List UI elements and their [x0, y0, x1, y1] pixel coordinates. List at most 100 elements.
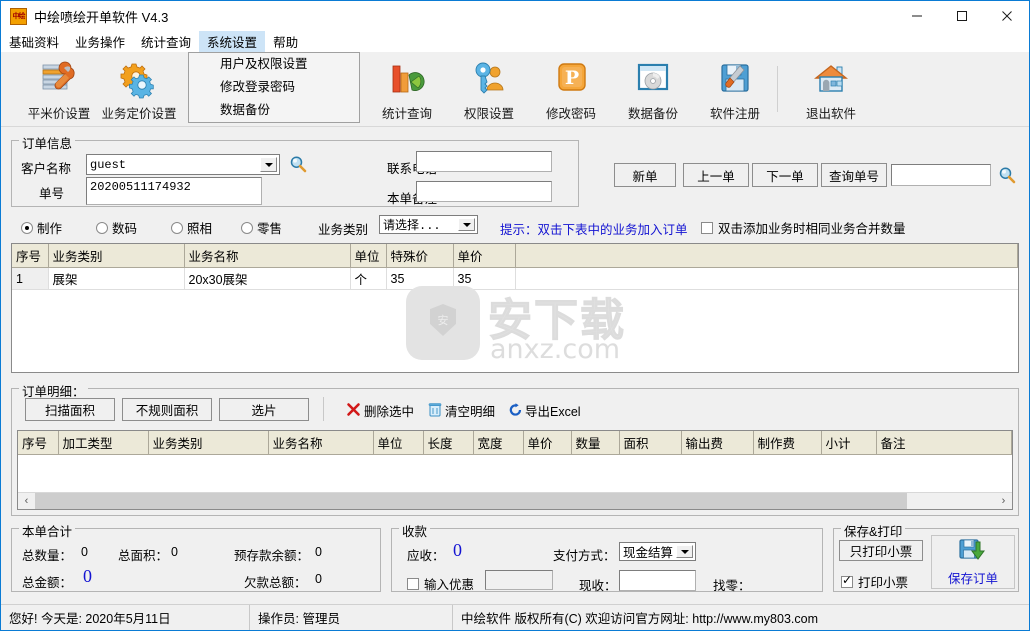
cell-unit-price: 35 [453, 267, 516, 290]
received-input[interactable] [619, 570, 696, 591]
select-photo-button[interactable]: 选片 [219, 398, 309, 421]
toolbar-button-change-password[interactable]: P 修改密码 [527, 56, 615, 124]
maximize-icon[interactable] [939, 1, 984, 31]
dropdown-item-user-permissions[interactable]: 用户及权限设置 [189, 53, 359, 76]
status-bar: 您好! 今天是: 2020年5月11日 操作员: 管理员 中绘软件 版权所有(C… [1, 604, 1029, 630]
chevron-down-icon[interactable] [676, 545, 693, 558]
discount-checkbox[interactable]: 输入优惠 [407, 574, 474, 593]
new-order-button[interactable]: 新单 [614, 163, 676, 187]
remark-input[interactable] [416, 181, 552, 202]
col-special-price[interactable]: 特殊价 [386, 244, 454, 268]
menu-item-business-ops[interactable]: 业务操作 [67, 31, 133, 52]
col-process-type[interactable]: 加工类型 [58, 431, 149, 455]
export-excel-icon [509, 402, 523, 420]
discount-label: 输入优惠 [424, 578, 475, 592]
menu-item-system-settings[interactable]: 系统设置 [199, 31, 266, 52]
col-output-fee[interactable]: 输出费 [681, 431, 754, 455]
close-icon[interactable] [984, 1, 1029, 31]
dropdown-item-data-backup[interactable]: 数据备份 [189, 99, 359, 122]
col-business-name[interactable]: 业务名称 [184, 244, 351, 268]
clear-detail-action[interactable]: 清空明细 [428, 401, 495, 420]
radio-digital[interactable]: 数码 [96, 218, 137, 237]
col-unit-price[interactable]: 单价 [523, 431, 572, 455]
receivable-label: 应收： [407, 549, 445, 563]
exit-home-icon [809, 58, 853, 100]
toolbar-button-price-settings[interactable]: 平米价设置 [15, 56, 103, 124]
irregular-area-button[interactable]: 不规则面积 [122, 398, 212, 421]
order-no-input[interactable]: 20200511174932 [86, 177, 262, 205]
col-business-name[interactable]: 业务名称 [268, 431, 374, 455]
toolbar-button-permissions[interactable]: 权限设置 [445, 56, 533, 124]
payment-type-select[interactable]: 现金结算 [619, 542, 696, 561]
business-grid[interactable]: 序号 业务类别 业务名称 单位 特殊价 单价 1 展架 20x30展架 个 35… [11, 243, 1019, 373]
query-order-button[interactable]: 查询单号 [821, 163, 887, 187]
col-seq[interactable]: 序号 [12, 244, 49, 268]
col-width[interactable]: 宽度 [473, 431, 524, 455]
radio-retail[interactable]: 零售 [241, 218, 282, 237]
prev-order-button[interactable]: 上一单 [683, 163, 749, 187]
cell-unit: 个 [350, 267, 387, 290]
detail-horizontal-scrollbar[interactable]: ‹ › [18, 492, 1012, 509]
save-order-button[interactable]: 保存订单 [931, 535, 1015, 589]
toolbar-label: 业务定价设置 [101, 107, 177, 121]
col-business-category[interactable]: 业务类别 [48, 244, 185, 268]
chevron-down-icon[interactable] [458, 218, 475, 231]
business-category-select[interactable]: 请选择... [379, 215, 478, 234]
order-detail-grid[interactable]: 序号 加工类型 业务类别 业务名称 单位 长度 宽度 单价 数量 面积 输出费 … [17, 430, 1013, 510]
toolbar-button-data-backup[interactable]: 数据备份 [609, 56, 697, 124]
cell-business-category: 展架 [48, 267, 185, 290]
radio-production[interactable]: 制作 [21, 218, 62, 237]
toolbar-label: 数据备份 [627, 107, 678, 121]
scan-area-button[interactable]: 扫描面积 [25, 398, 115, 421]
menu-item-basic-data[interactable]: 基础资料 [1, 31, 67, 52]
delete-selected-action[interactable]: 删除选中 [346, 401, 414, 420]
scroll-thumb[interactable] [35, 492, 907, 509]
print-receipt-checkbox[interactable]: 打印小票 [841, 572, 908, 591]
col-seq[interactable]: 序号 [18, 431, 59, 455]
merge-quantity-checkbox[interactable]: 双击添加业务时相同业务合并数量 [701, 218, 906, 237]
query-search-icon[interactable] [998, 166, 1016, 184]
table-row[interactable]: 1 展架 20x30展架 个 35 35 [12, 267, 1018, 290]
col-subtotal[interactable]: 小计 [821, 431, 877, 455]
customer-name-select[interactable]: guest [86, 154, 280, 175]
col-business-category[interactable]: 业务类别 [148, 431, 269, 455]
col-quantity[interactable]: 数量 [571, 431, 620, 455]
scroll-right-icon[interactable]: › [995, 493, 1012, 510]
toolbar-button-exit[interactable]: 退出软件 [787, 56, 875, 124]
total-qty-label: 总数量： [22, 549, 73, 563]
col-unit[interactable]: 单位 [350, 244, 387, 268]
print-receipt-only-button[interactable]: 只打印小票 [839, 540, 923, 561]
col-remark[interactable]: 备注 [876, 431, 1012, 455]
toolbar-button-business-pricing[interactable]: 业务定价设置 [95, 56, 183, 124]
order-no-label: 单号 [39, 187, 65, 201]
discount-input[interactable] [485, 570, 553, 590]
scroll-left-icon[interactable]: ‹ [18, 493, 35, 510]
menu-item-help[interactable]: 帮助 [265, 31, 306, 52]
menu-bar: 基础资料 业务操作 统计查询 系统设置 帮助 [1, 31, 1029, 52]
debt-total-label: 欠款总额： [244, 576, 307, 590]
next-order-button[interactable]: 下一单 [752, 163, 818, 187]
col-area[interactable]: 面积 [619, 431, 682, 455]
toolbar-button-software-register[interactable]: 软件注册 [691, 56, 779, 124]
toolbar-label: 软件注册 [709, 107, 760, 121]
cell-business-name: 20x30展架 [184, 267, 351, 290]
radio-label: 零售 [257, 222, 283, 236]
toolbar-button-statistics[interactable]: 统计查询 [363, 56, 451, 124]
minimize-icon[interactable] [894, 1, 939, 31]
phone-input[interactable] [416, 151, 552, 172]
scroll-track[interactable] [35, 492, 995, 509]
menu-item-statistics[interactable]: 统计查询 [133, 31, 199, 52]
radio-photo[interactable]: 照相 [171, 218, 212, 237]
query-order-input[interactable] [891, 164, 991, 186]
col-production-fee[interactable]: 制作费 [753, 431, 822, 455]
customer-search-icon[interactable] [289, 155, 307, 173]
col-unit-price[interactable]: 单价 [453, 244, 516, 268]
payment-type-value: 现金结算 [623, 546, 674, 560]
toolbar-label: 权限设置 [463, 107, 514, 121]
chevron-down-icon[interactable] [260, 157, 277, 172]
col-unit[interactable]: 单位 [373, 431, 424, 455]
dropdown-item-change-login-password[interactable]: 修改登录密码 [189, 76, 359, 99]
col-length[interactable]: 长度 [423, 431, 474, 455]
status-copyright: 中绘软件 版权所有(C) 欢迎访问官方网址: http://www.my803.… [461, 612, 818, 626]
export-excel-action[interactable]: 导出Excel [509, 401, 581, 420]
